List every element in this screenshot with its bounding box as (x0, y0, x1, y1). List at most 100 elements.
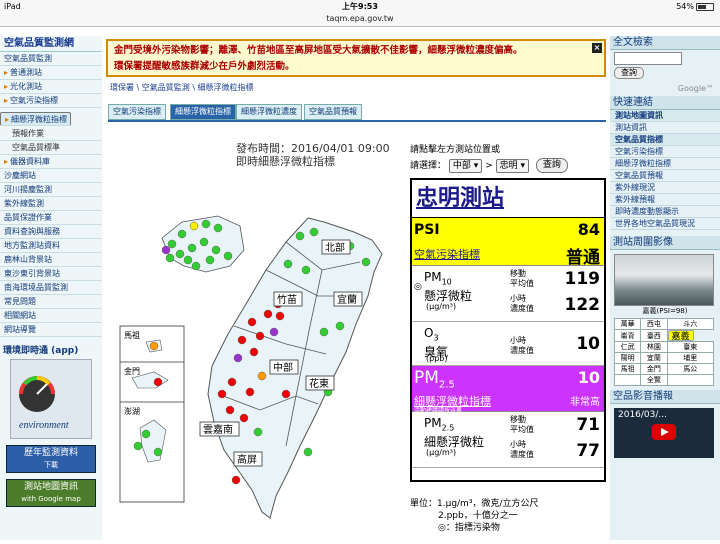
station-dot[interactable] (141, 429, 151, 439)
sidebar-item[interactable]: ▸ 儀器資料庫 (0, 155, 102, 169)
camera-station-cell[interactable]: 全覽 (640, 374, 668, 386)
station-dot[interactable] (153, 377, 163, 387)
region-label[interactable]: 中部 (273, 361, 293, 374)
video-player[interactable]: 2016/03/... (614, 408, 714, 458)
camera-station-cell[interactable]: 陽明 (613, 352, 642, 364)
camera-station-cell[interactable]: 林園 (640, 341, 668, 353)
station-dot[interactable] (211, 245, 221, 255)
camera-station-cell[interactable]: 埔里 (666, 352, 715, 364)
station-dot[interactable] (177, 229, 187, 239)
sidebar-item[interactable]: 預報作業 (0, 127, 102, 141)
station-dot[interactable] (255, 331, 265, 341)
station-dot[interactable] (361, 257, 371, 267)
tab[interactable]: 空氣污染指標 (108, 104, 166, 120)
station-dot[interactable] (217, 389, 227, 399)
taiwan-map[interactable]: 北部 竹苗 宜蘭 中部 花東 雲嘉南 高屏 馬祖 金門 澎湖 (110, 166, 406, 540)
sidebar-item[interactable]: 東沙東引背景站 (0, 267, 102, 281)
region-label[interactable]: 高屏 (237, 453, 257, 466)
breadcrumb[interactable]: 環保署 \ 空氣品質監測 \ 細懸浮微粒指標 (110, 82, 254, 93)
region-label[interactable]: 花東 (309, 377, 329, 390)
quick-link[interactable]: 測站地圖資訊 (610, 110, 720, 122)
region-label[interactable]: 宜蘭 (337, 293, 357, 306)
station-dot[interactable] (335, 321, 345, 331)
sidebar-item[interactable]: 網站導覽 (0, 323, 102, 337)
station-dot[interactable] (239, 413, 249, 423)
psi-name-link[interactable]: 空氣污染指標 (414, 246, 480, 262)
tab[interactable]: 空氣品質預報 (304, 104, 362, 120)
station-dot[interactable] (269, 327, 279, 337)
sidebar-item[interactable]: 沙塵網站 (0, 169, 102, 183)
camera-station-cell[interactable]: 崙背 (613, 329, 642, 342)
station-name[interactable]: 忠明測站 (412, 180, 604, 218)
camera-station-cell[interactable]: 臺東 (666, 341, 715, 353)
station-dot[interactable] (253, 427, 263, 437)
region-select[interactable]: 中部 ▾ (448, 158, 483, 173)
region-label[interactable]: 竹苗 (277, 293, 297, 306)
station-dot[interactable] (165, 253, 175, 263)
sidebar-item[interactable]: 常見問題 (0, 295, 102, 309)
sidebar-item[interactable]: 品質保證作業 (0, 211, 102, 225)
history-data-download-banner[interactable]: 歷年監測資料 下載 (6, 445, 96, 473)
station-dot[interactable] (175, 249, 185, 259)
station-dot[interactable] (263, 309, 273, 319)
url-bar[interactable]: taqm.epa.gov.tw (0, 13, 720, 27)
quick-link[interactable]: 紫外線預報 (610, 194, 720, 206)
station-dot[interactable] (133, 441, 143, 451)
station-dot[interactable] (301, 265, 311, 275)
station-dot[interactable] (167, 239, 177, 249)
sidebar-header[interactable]: 空氣品質監測網 (0, 36, 102, 52)
station-dot[interactable] (149, 341, 159, 351)
quick-link[interactable]: 細懸浮微粒指標 (610, 158, 720, 170)
station-dot[interactable] (319, 327, 329, 337)
sidebar-item[interactable]: 資料查詢與服務 (0, 225, 102, 239)
station-dot[interactable] (233, 353, 243, 363)
region-label[interactable]: 北部 (325, 241, 345, 254)
station-dot[interactable] (237, 335, 247, 345)
search-input[interactable] (614, 52, 682, 65)
camera-station-cell[interactable]: 西屯 (640, 318, 668, 330)
station-dot[interactable] (183, 255, 193, 265)
station-dot[interactable] (201, 219, 211, 229)
quick-link[interactable]: 紫外線現況 (610, 182, 720, 194)
camera-station-cell[interactable]: 馬公 (666, 363, 715, 375)
station-dot[interactable] (199, 237, 209, 247)
region-label[interactable]: 雲嘉南 (203, 423, 233, 436)
play-icon[interactable] (652, 424, 676, 440)
camera-station-cell[interactable]: 金門 (640, 363, 668, 375)
station-dot[interactable] (245, 387, 255, 397)
quick-link[interactable]: 空氣品質預報 (610, 170, 720, 182)
camera-station-cell[interactable]: 馬祖 (613, 363, 642, 375)
station-dot[interactable] (309, 227, 319, 237)
quick-link[interactable]: 即時濃度動態顯示 (610, 206, 720, 218)
camera-station-cell[interactable]: 斗六 (666, 318, 715, 330)
camera-station-cell[interactable]: 仁武 (613, 341, 642, 353)
station-dot[interactable] (227, 377, 237, 387)
camera-station-cell[interactable]: 萬華 (613, 318, 642, 330)
station-dot[interactable] (249, 347, 259, 357)
app-title[interactable]: 環境即時通 (app) (0, 343, 102, 356)
sidebar-item[interactable]: ▸ 光化測站 (0, 80, 102, 94)
station-dot[interactable] (295, 231, 305, 241)
sidebar-item[interactable]: 鹿林山背景站 (0, 253, 102, 267)
app-logo[interactable]: environment (10, 359, 92, 439)
camera-station-cell[interactable]: 嘉義 (667, 330, 694, 342)
station-camera-image[interactable] (614, 254, 714, 306)
sidebar-item[interactable]: 空氣品質監測 (0, 52, 102, 66)
station-dot[interactable] (303, 447, 313, 457)
close-icon[interactable]: × (592, 43, 602, 53)
sidebar-item[interactable]: 河川揚塵監測 (0, 183, 102, 197)
quick-link[interactable]: 空氣污染指標 (610, 146, 720, 158)
station-dot[interactable] (213, 223, 223, 233)
sidebar-item[interactable]: 紫外線監測 (0, 197, 102, 211)
station-dot[interactable] (153, 447, 163, 457)
camera-station-cell[interactable]: 臺西 (640, 329, 668, 342)
sidebar-item[interactable]: 空氣品質標準 (0, 141, 102, 155)
search-button[interactable]: 查詢 (614, 67, 644, 79)
station-dot[interactable] (223, 251, 233, 261)
camera-station-cell[interactable]: 宜蘭 (640, 352, 668, 364)
sidebar-item[interactable]: 南海環境品質監測 (0, 281, 102, 295)
station-map-banner[interactable]: 測站地圖資訊 with Google map (6, 479, 96, 507)
query-button[interactable]: 查詢 (535, 158, 568, 173)
station-dot[interactable] (205, 255, 215, 265)
quick-link[interactable]: 空氣品質指標 (610, 134, 720, 146)
